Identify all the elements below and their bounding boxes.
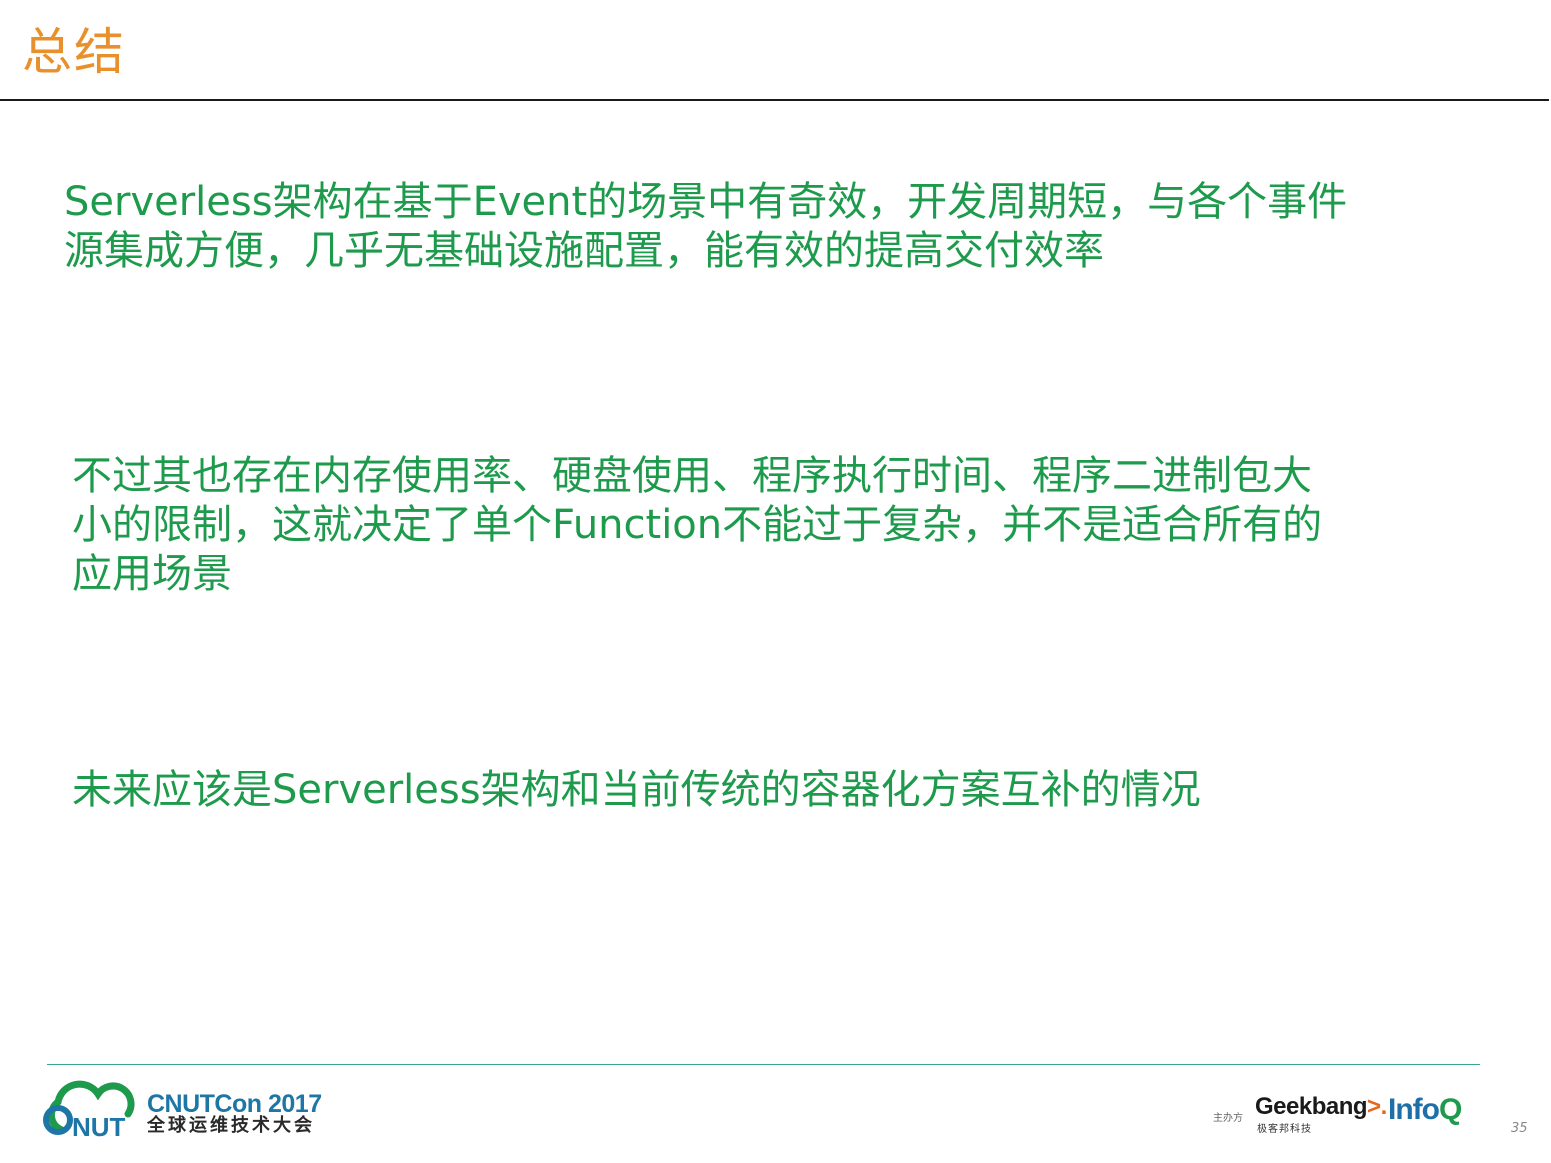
geekbang-text: Geekbang (1255, 1093, 1368, 1120)
bullet-2: 不过其也存在内存使用率、硬盘使用、程序执行时间、程序二进制包大 小的限制，这就决… (72, 452, 1322, 599)
infoq-q-letter: Q (1438, 1093, 1462, 1126)
title-divider (0, 99, 1549, 101)
conference-subtitle: 全球运维技术大会 (147, 1115, 315, 1136)
geekbang-arrow-icon: >. (1367, 1093, 1387, 1120)
conference-name: CNUTCon 2017 (147, 1091, 322, 1117)
bullet-3-line-1: 未来应该是Serverless架构和当前传统的容器化方案互补的情况 (72, 767, 1201, 813)
cnut-cloud-logo: NUT (43, 1080, 135, 1140)
slide-title: 总结 (22, 23, 126, 81)
bullet-2-line-2: 小的限制，这就决定了单个Function不能过于复杂，并不是适合所有的 (72, 502, 1323, 548)
page-number: 35 (1511, 1121, 1528, 1136)
bullet-1-line-2: 源集成方便，几乎无基础设施配置，能有效的提高交付效率 (64, 228, 1104, 274)
footer-divider (47, 1064, 1480, 1065)
bullet-3: 未来应该是Serverless架构和当前传统的容器化方案互补的情况 (72, 766, 1201, 815)
logo-text: NUT (72, 1112, 126, 1140)
bullet-2-line-1: 不过其也存在内存使用率、硬盘使用、程序执行时间、程序二进制包大 (72, 453, 1312, 499)
host-label: 主办方 (1213, 1113, 1243, 1124)
conference-name-text: CNUTCon (147, 1090, 262, 1118)
bullet-1: Serverless架构在基于Event的场景中有奇效，开发周期短，与各个事件 … (64, 178, 1347, 276)
bullet-1-line-1: Serverless架构在基于Event的场景中有奇效，开发周期短，与各个事件 (64, 179, 1348, 225)
bullet-2-line-3: 应用场景 (72, 551, 232, 597)
geekbang-subtitle: 极客邦科技 (1257, 1124, 1312, 1135)
infoq-text: Info (1388, 1093, 1440, 1126)
conference-year: 2017 (267, 1090, 322, 1118)
geekbang-logo: Geekbang>. (1255, 1094, 1387, 1120)
infoq-logo: InfoQ (1388, 1093, 1462, 1127)
